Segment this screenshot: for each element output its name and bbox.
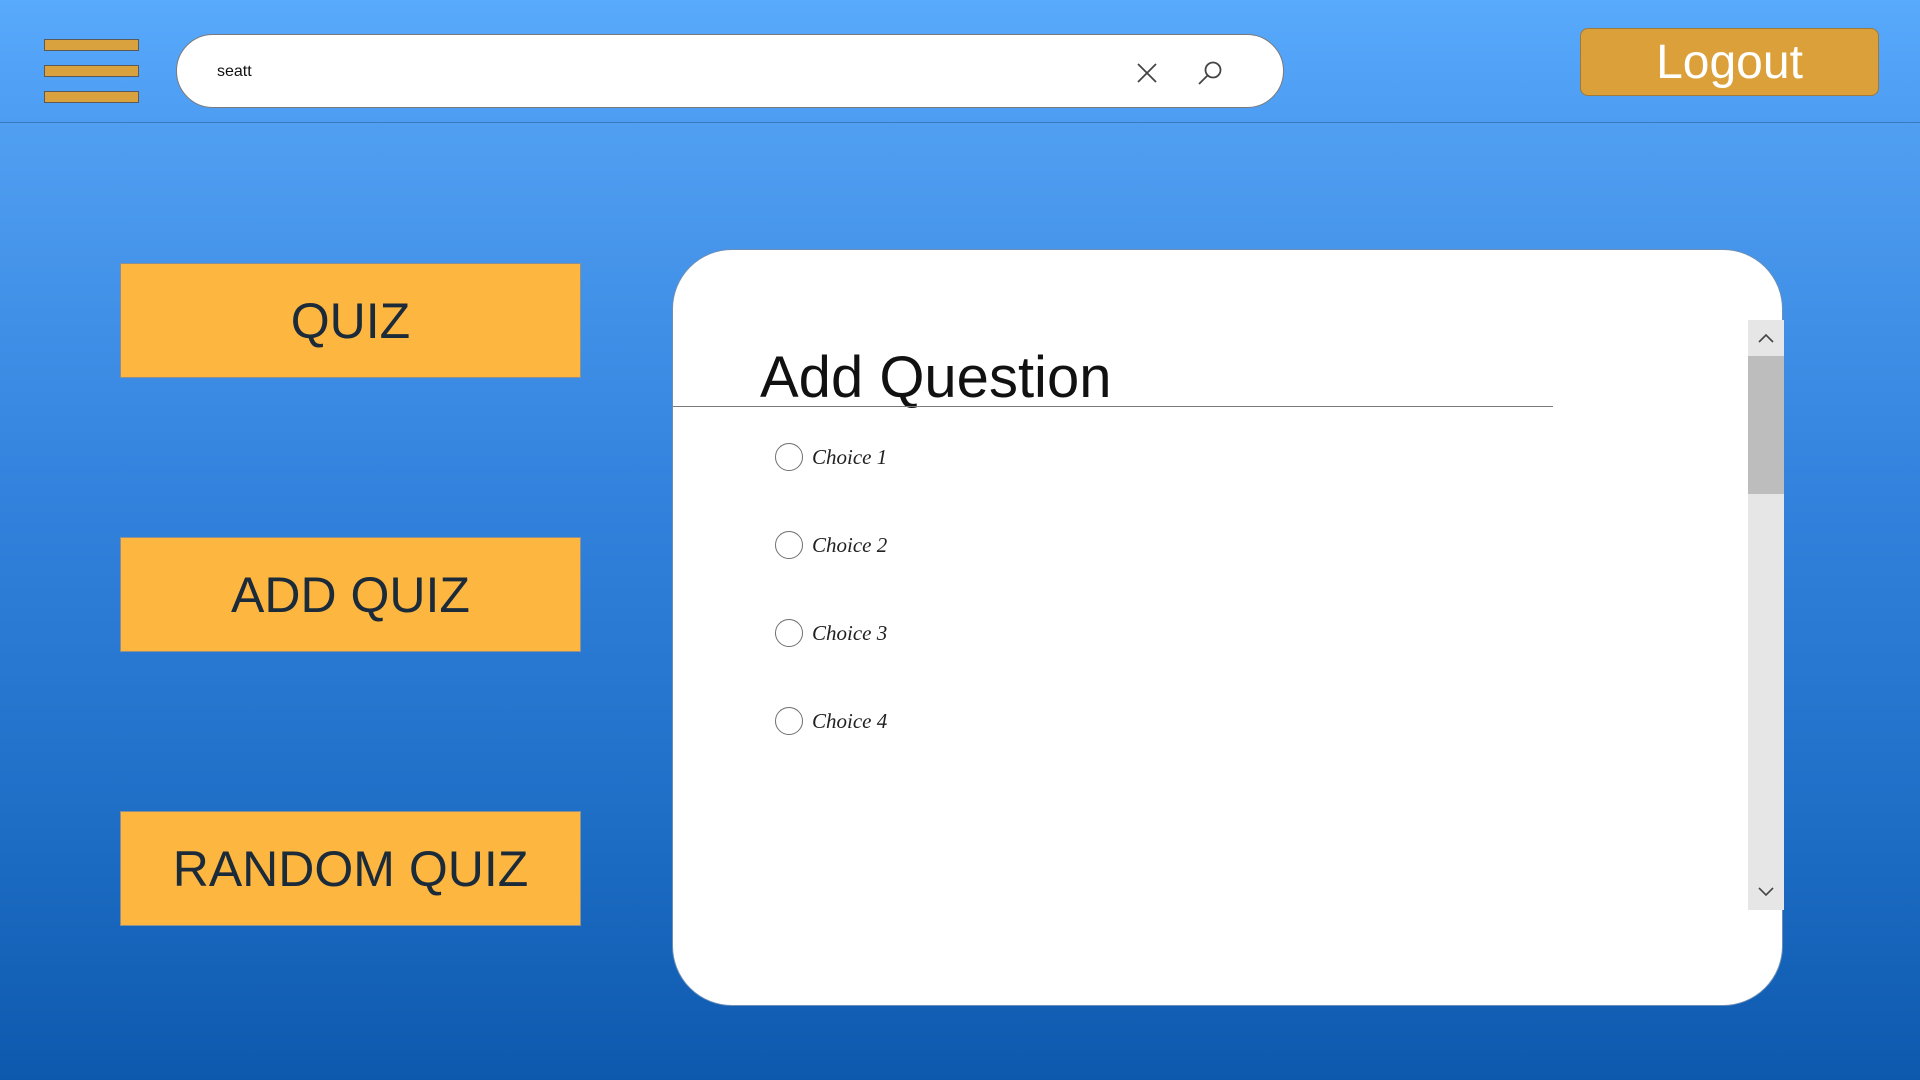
choice-label: Choice 1 xyxy=(812,444,888,469)
menu-line xyxy=(44,91,139,103)
quiz-button[interactable]: QUIZ xyxy=(120,263,581,378)
choice-4-radio[interactable]: Choice 4 xyxy=(775,706,887,736)
choice-3-radio[interactable]: Choice 3 xyxy=(775,618,887,648)
top-bar: Logout xyxy=(0,0,1920,123)
radio-circle[interactable] xyxy=(775,443,803,471)
add-quiz-button[interactable]: ADD QUIZ xyxy=(120,537,581,652)
add-question-panel: Add Question Choice 1 Choice 2 Choice 3 … xyxy=(672,249,1784,1006)
choice-label: Choice 4 xyxy=(812,708,888,733)
scrollbar-thumb[interactable] xyxy=(1748,356,1784,494)
vertical-scrollbar[interactable] xyxy=(1748,320,1784,910)
choice-label: Choice 2 xyxy=(812,532,888,557)
menu-line xyxy=(44,65,139,77)
menu-line xyxy=(44,39,139,51)
choice-1-radio[interactable]: Choice 1 xyxy=(775,442,887,472)
radio-circle[interactable] xyxy=(775,707,803,735)
chevron-down-icon[interactable] xyxy=(1748,874,1784,910)
choice-label: Choice 3 xyxy=(812,620,888,645)
hamburger-menu-icon[interactable] xyxy=(44,39,139,105)
radio-circle[interactable] xyxy=(775,531,803,559)
title-divider xyxy=(673,406,1553,407)
search-bar xyxy=(176,34,1284,108)
logout-button[interactable]: Logout xyxy=(1580,28,1879,96)
close-icon[interactable] xyxy=(1129,55,1165,91)
panel-title: Add Question xyxy=(760,345,1112,410)
search-input[interactable] xyxy=(217,53,877,91)
radio-circle[interactable] xyxy=(775,619,803,647)
random-quiz-button[interactable]: RANDOM QUIZ xyxy=(120,811,581,926)
chevron-up-icon[interactable] xyxy=(1748,320,1784,356)
search-icon[interactable] xyxy=(1192,55,1228,91)
choice-2-radio[interactable]: Choice 2 xyxy=(775,530,887,560)
